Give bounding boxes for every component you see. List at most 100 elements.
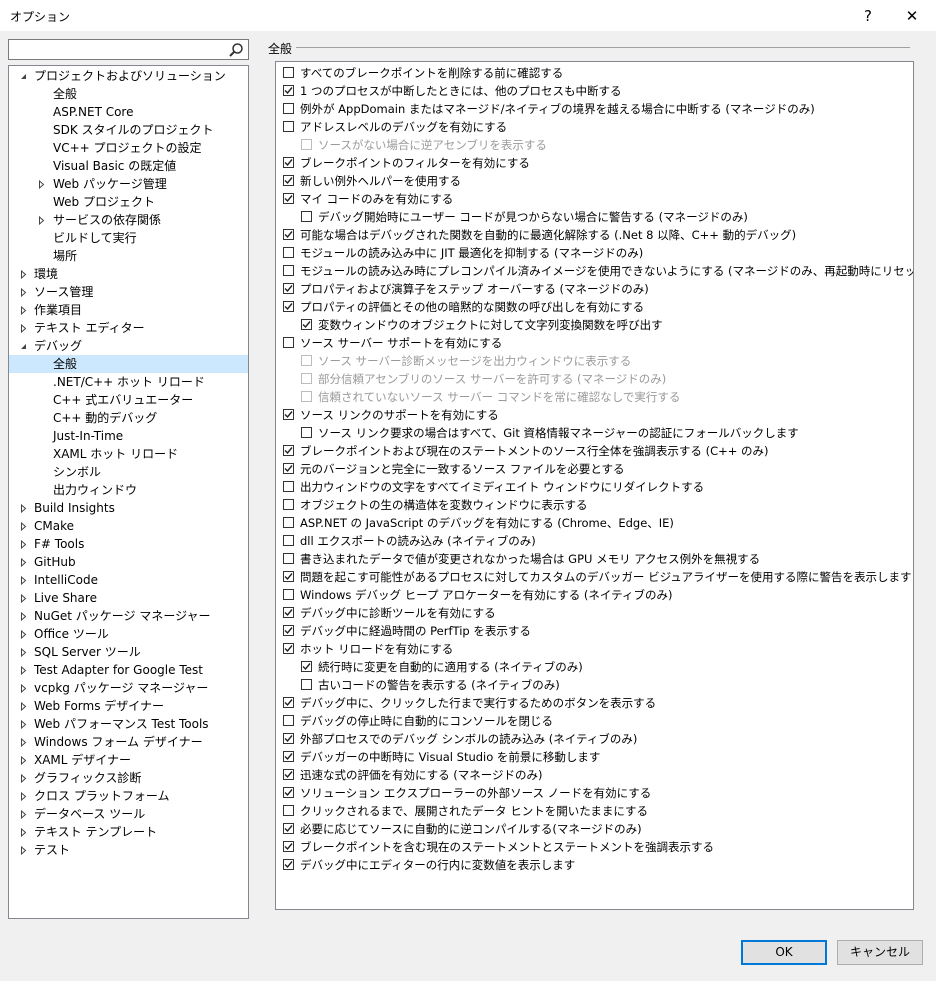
checkbox-unchecked[interactable]: [283, 121, 294, 132]
tree-item[interactable]: テキスト エディター: [9, 319, 248, 337]
tree-item[interactable]: SQL Server ツール: [9, 643, 248, 661]
checkbox-checked[interactable]: [283, 175, 294, 186]
checkbox-checked[interactable]: [283, 193, 294, 204]
chevron-right-icon[interactable]: [17, 571, 29, 589]
tree-item[interactable]: Visual Basic の既定値: [9, 157, 248, 175]
tree-item[interactable]: Windows フォーム デザイナー: [9, 733, 248, 751]
chevron-right-icon[interactable]: [17, 553, 29, 571]
chevron-right-icon[interactable]: [17, 643, 29, 661]
checkbox-unchecked[interactable]: [283, 481, 294, 492]
checkbox-unchecked[interactable]: [283, 499, 294, 510]
tree-item[interactable]: Just-In-Time: [9, 427, 248, 445]
chevron-right-icon[interactable]: [17, 283, 29, 301]
chevron-right-icon[interactable]: [17, 661, 29, 679]
tree-item[interactable]: 作業項目: [9, 301, 248, 319]
tree-item[interactable]: Web Forms デザイナー: [9, 697, 248, 715]
search-icon[interactable]: [228, 42, 244, 58]
chevron-down-icon[interactable]: [17, 337, 29, 355]
chevron-right-icon[interactable]: [17, 769, 29, 787]
checkbox-checked[interactable]: [283, 607, 294, 618]
chevron-right-icon[interactable]: [17, 733, 29, 751]
checkbox-unchecked[interactable]: [283, 553, 294, 564]
checkbox-checked[interactable]: [283, 301, 294, 312]
checkbox-checked[interactable]: [283, 787, 294, 798]
tree-item[interactable]: IntelliCode: [9, 571, 248, 589]
tree-item[interactable]: ビルドして実行: [9, 229, 248, 247]
tree-item[interactable]: グラフィックス診断: [9, 769, 248, 787]
chevron-right-icon[interactable]: [17, 697, 29, 715]
chevron-down-icon[interactable]: [17, 67, 29, 85]
close-button[interactable]: ✕: [890, 0, 934, 31]
checkbox-unchecked[interactable]: [283, 535, 294, 546]
checkbox-checked[interactable]: [283, 697, 294, 708]
tree-item[interactable]: テキスト テンプレート: [9, 823, 248, 841]
checkbox-checked[interactable]: [283, 283, 294, 294]
tree-item[interactable]: F# Tools: [9, 535, 248, 553]
tree-item[interactable]: C++ 式エバリュエーター: [9, 391, 248, 409]
checkbox-unchecked[interactable]: [301, 211, 312, 222]
tree-item[interactable]: プロジェクトおよびソリューション: [9, 67, 248, 85]
tree-item[interactable]: CMake: [9, 517, 248, 535]
checkbox-unchecked[interactable]: [283, 247, 294, 258]
chevron-right-icon[interactable]: [35, 175, 47, 193]
tree-item[interactable]: 全般: [9, 355, 248, 373]
chevron-right-icon[interactable]: [17, 805, 29, 823]
checkbox-unchecked[interactable]: [283, 517, 294, 528]
chevron-right-icon[interactable]: [17, 787, 29, 805]
tree-item[interactable]: ASP.NET Core: [9, 103, 248, 121]
chevron-right-icon[interactable]: [17, 301, 29, 319]
checkbox-unchecked[interactable]: [283, 67, 294, 78]
checkbox-unchecked[interactable]: [283, 103, 294, 114]
checkbox-checked[interactable]: [283, 823, 294, 834]
help-button[interactable]: ?: [846, 0, 890, 31]
tree-item[interactable]: SDK スタイルのプロジェクト: [9, 121, 248, 139]
options-tree[interactable]: プロジェクトおよびソリューション 全般 ASP.NET Core SDK スタイルのプ…: [8, 65, 249, 919]
checkbox-unchecked[interactable]: [283, 589, 294, 600]
checkbox-checked[interactable]: [283, 409, 294, 420]
tree-item[interactable]: シンボル: [9, 463, 248, 481]
tree-item[interactable]: C++ 動的デバッグ: [9, 409, 248, 427]
checkbox-checked[interactable]: [283, 625, 294, 636]
checkbox-unchecked[interactable]: [283, 337, 294, 348]
tree-item[interactable]: Web パフォーマンス Test Tools: [9, 715, 248, 733]
checkbox-checked[interactable]: [283, 571, 294, 582]
tree-item[interactable]: VC++ プロジェクトの設定: [9, 139, 248, 157]
checkbox-checked[interactable]: [283, 751, 294, 762]
tree-item[interactable]: Office ツール: [9, 625, 248, 643]
chevron-right-icon[interactable]: [17, 517, 29, 535]
tree-item[interactable]: NuGet パッケージ マネージャー: [9, 607, 248, 625]
tree-item[interactable]: 全般: [9, 85, 248, 103]
tree-item[interactable]: サービスの依存関係: [9, 211, 248, 229]
tree-item[interactable]: 場所: [9, 247, 248, 265]
chevron-right-icon[interactable]: [35, 211, 47, 229]
tree-item[interactable]: XAML ホット リロード: [9, 445, 248, 463]
checkbox-checked[interactable]: [301, 661, 312, 672]
checkbox-checked[interactable]: [283, 859, 294, 870]
chevron-right-icon[interactable]: [17, 679, 29, 697]
tree-item[interactable]: 出力ウィンドウ: [9, 481, 248, 499]
search-box[interactable]: [8, 39, 249, 60]
tree-item[interactable]: 環境: [9, 265, 248, 283]
checkbox-unchecked[interactable]: [301, 679, 312, 690]
tree-item[interactable]: テスト: [9, 841, 248, 859]
checkbox-checked[interactable]: [283, 463, 294, 474]
checkbox-checked[interactable]: [283, 643, 294, 654]
checkbox-checked[interactable]: [283, 769, 294, 780]
chevron-right-icon[interactable]: [17, 319, 29, 337]
checkbox-checked[interactable]: [283, 733, 294, 744]
tree-item[interactable]: Live Share: [9, 589, 248, 607]
chevron-right-icon[interactable]: [17, 715, 29, 733]
tree-item[interactable]: クロス プラットフォーム: [9, 787, 248, 805]
checkbox-checked[interactable]: [301, 319, 312, 330]
ok-button[interactable]: OK: [741, 940, 827, 965]
checkbox-checked[interactable]: [283, 85, 294, 96]
chevron-right-icon[interactable]: [17, 499, 29, 517]
search-input[interactable]: [11, 41, 221, 57]
checkbox-checked[interactable]: [283, 841, 294, 852]
tree-item[interactable]: vcpkg パッケージ マネージャー: [9, 679, 248, 697]
checkbox-unchecked[interactable]: [283, 265, 294, 276]
tree-item[interactable]: XAML デザイナー: [9, 751, 248, 769]
tree-item[interactable]: ソース管理: [9, 283, 248, 301]
tree-item[interactable]: データベース ツール: [9, 805, 248, 823]
chevron-right-icon[interactable]: [17, 607, 29, 625]
